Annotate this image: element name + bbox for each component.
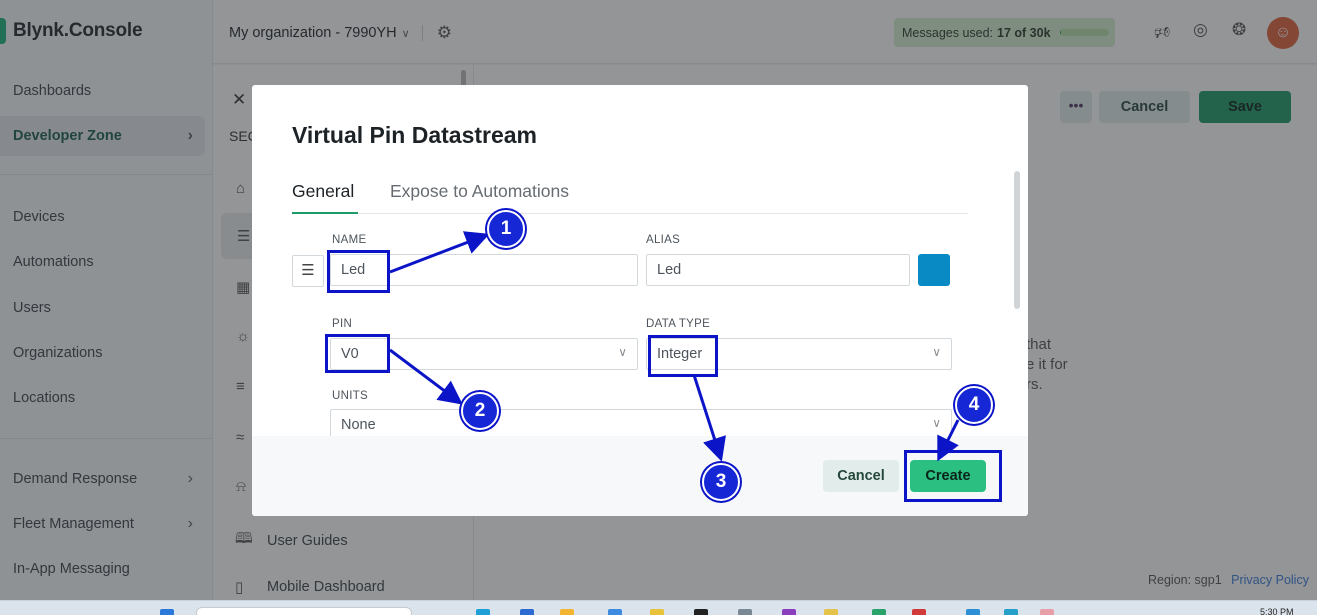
highlight-create-button — [904, 450, 1002, 502]
app-icon[interactable] — [872, 609, 886, 615]
units-value: None — [341, 417, 376, 433]
app-icon[interactable] — [782, 609, 796, 615]
highlight-data-type-field — [648, 335, 718, 377]
os-taskbar: 5:30 PM — [0, 600, 1317, 615]
app-icon[interactable] — [824, 609, 838, 615]
modal-title: Virtual Pin Datastream — [292, 122, 538, 148]
color-picker[interactable] — [918, 254, 950, 286]
modal-cancel-button[interactable]: Cancel — [823, 460, 899, 492]
app-icon[interactable] — [650, 609, 664, 615]
app-icon[interactable] — [694, 609, 708, 615]
modal-scrollbar[interactable] — [1014, 171, 1020, 309]
chevron-down-icon: ∨ — [932, 416, 941, 430]
annotation-badge-2: 2 — [461, 392, 499, 430]
taskbar-clock: 5:30 PM — [1260, 607, 1294, 615]
units-label: UNITS — [332, 390, 368, 402]
folder-icon[interactable] — [560, 609, 574, 615]
store-icon[interactable] — [608, 609, 622, 615]
highlight-pin-field — [325, 334, 390, 373]
edge-icon[interactable] — [476, 609, 490, 615]
chevron-down-icon: ∨ — [932, 345, 941, 359]
pin-label: PIN — [332, 318, 353, 330]
app-icon[interactable] — [1004, 609, 1018, 615]
app-icon[interactable] — [1040, 609, 1054, 615]
annotation-badge-3: 3 — [702, 463, 740, 501]
modal-tabs: General Expose to Automations — [292, 181, 968, 214]
datastream-icon-picker[interactable]: ☰ — [292, 255, 324, 287]
highlight-name-field — [327, 250, 390, 293]
chevron-down-icon: ∨ — [618, 345, 627, 359]
active-tab-underline — [292, 212, 358, 214]
app-icon[interactable] — [738, 609, 752, 615]
annotation-badge-4: 4 — [955, 386, 993, 424]
alias-input[interactable]: Led — [646, 254, 910, 286]
annotation-badge-1: 1 — [487, 210, 525, 248]
chrome-icon[interactable] — [912, 609, 926, 615]
start-icon[interactable] — [160, 609, 174, 615]
alias-value: Led — [657, 262, 682, 278]
taskbar-search[interactable] — [196, 607, 412, 615]
alias-label: ALIAS — [646, 234, 681, 246]
app-icon[interactable] — [520, 609, 534, 615]
tab-expose-to-automations[interactable]: Expose to Automations — [390, 181, 569, 202]
app-icon[interactable] — [966, 609, 980, 615]
tab-general[interactable]: General — [292, 181, 354, 202]
data-type-label: DATA TYPE — [646, 318, 711, 330]
name-label: NAME — [332, 234, 367, 246]
